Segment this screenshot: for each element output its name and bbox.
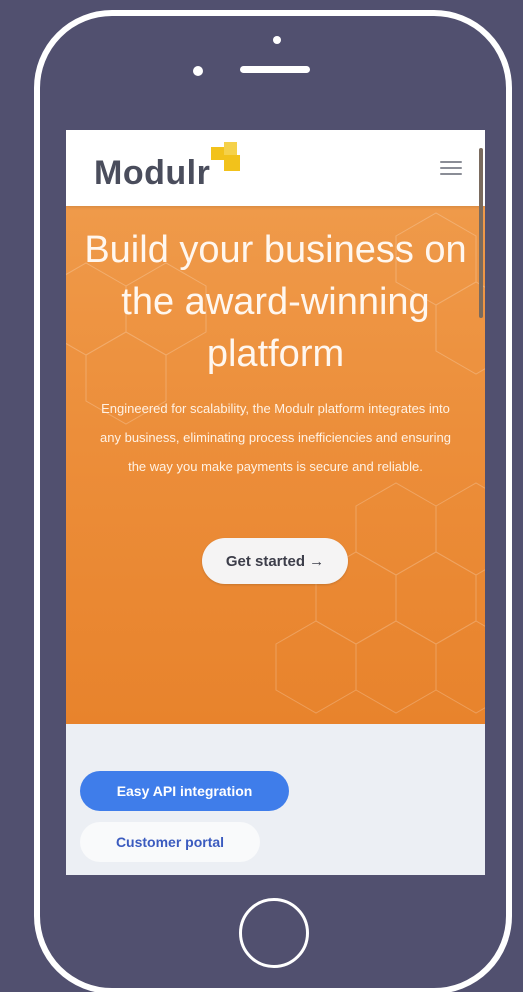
device-mockup: Modulr Build your business on the award-… — [0, 0, 523, 992]
hero-title: Build your business on the award-winning… — [84, 229, 467, 375]
get-started-button[interactable]: Get started → — [202, 538, 348, 584]
earpiece-speaker — [240, 66, 310, 73]
tab-easy-api-integration[interactable]: Easy API integration — [80, 771, 289, 811]
hero-description: Engineered for scalability, the Modulr p… — [100, 401, 451, 474]
hamburger-menu-icon[interactable] — [438, 161, 464, 179]
hero-section: Build your business on the award-winning… — [66, 206, 485, 724]
proximity-sensor-icon — [193, 66, 203, 76]
tab-customer-portal[interactable]: Customer portal — [80, 822, 260, 862]
front-camera-icon — [273, 36, 281, 44]
logo-text[interactable]: Modulr — [94, 156, 210, 190]
page-scrollbar[interactable] — [479, 148, 483, 318]
features-section: Easy API integration Customer portal — [66, 724, 485, 875]
home-button[interactable] — [239, 898, 309, 968]
logo-mark-icon — [211, 142, 240, 171]
site-header: Modulr — [66, 130, 485, 206]
phone-screen: Modulr Build your business on the award-… — [66, 130, 485, 875]
